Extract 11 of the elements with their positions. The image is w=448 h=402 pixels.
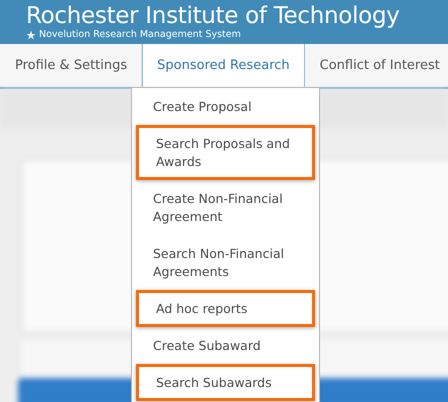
menu-item[interactable]: Ad hoc reports <box>136 290 315 327</box>
menu-item[interactable]: Search Subawards <box>136 364 315 401</box>
nav-tab[interactable]: Sponsored Research <box>142 44 305 87</box>
menu-item[interactable]: Create Subaward <box>136 327 315 364</box>
menu-item[interactable]: Search Non-Financial Agreements <box>136 235 315 290</box>
star-icon <box>26 30 36 40</box>
menu-item[interactable]: Create Non-Financial Agreement <box>136 180 315 235</box>
menu-item[interactable]: Search Proposals and Awards <box>136 125 315 180</box>
site-title: Rochester Institute of Technology <box>26 3 401 29</box>
site-subtitle: Novelution Research Management System <box>39 29 241 40</box>
menu-item[interactable]: Create Proposal <box>136 88 315 125</box>
